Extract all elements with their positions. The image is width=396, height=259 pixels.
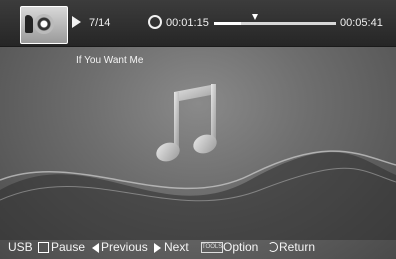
previous-icon[interactable] (92, 243, 99, 253)
track-counter: 7/14 (89, 17, 111, 29)
source-label: USB (8, 240, 33, 254)
progress-fill (214, 22, 241, 25)
status-bar: 7/14 00:01:15 00:05:41 (0, 0, 396, 47)
control-bar: USB Pause Previous Next TOOLS Option Ret… (0, 236, 396, 259)
music-note-icon (156, 84, 217, 162)
pause-icon[interactable] (38, 242, 49, 253)
tools-icon[interactable]: TOOLS (201, 242, 223, 253)
pause-button[interactable]: Pause (51, 240, 85, 254)
music-player-screen: 7/14 00:01:15 00:05:41 If You Want Me US… (0, 0, 396, 259)
return-icon[interactable] (268, 242, 278, 252)
album-art-icon (20, 6, 68, 44)
progress-marker-icon[interactable] (252, 14, 258, 20)
return-button[interactable]: Return (279, 240, 315, 254)
repeat-icon (148, 15, 162, 29)
option-button[interactable]: Option (223, 240, 258, 254)
total-time: 00:05:41 (340, 17, 383, 29)
elapsed-time: 00:01:15 (166, 17, 209, 29)
song-title: If You Want Me (76, 55, 144, 66)
play-icon (72, 16, 81, 28)
next-icon[interactable] (154, 243, 161, 253)
next-button[interactable]: Next (164, 240, 189, 254)
previous-button[interactable]: Previous (101, 240, 148, 254)
progress-bar[interactable] (214, 22, 336, 25)
